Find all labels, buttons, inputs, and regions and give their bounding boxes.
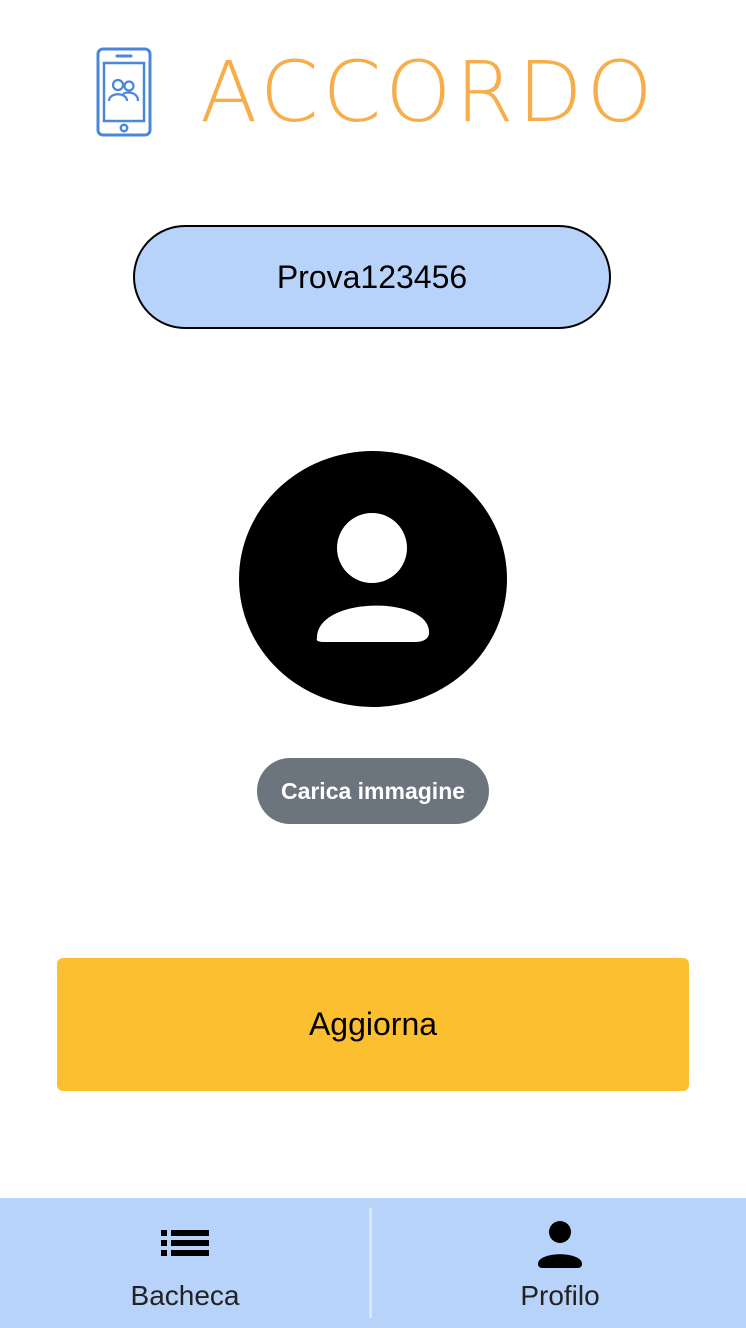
nav-label-bacheca: Bacheca [130,1280,240,1311]
nav-label-profilo: Profilo [520,1280,600,1311]
app-header: ACCORDO [0,44,746,140]
bottom-navigation: Bacheca Profilo [0,1198,746,1328]
nav-divider [369,1208,372,1318]
update-button[interactable]: Aggiorna [57,958,689,1091]
list-icon [161,1230,209,1256]
profile-page: ACCORDO Prova123456 Carica immagine Aggi… [0,0,746,1328]
user-icon [538,1221,582,1268]
user-avatar-icon[interactable] [239,451,507,707]
username-field[interactable]: Prova123456 [133,225,611,329]
nav-item-bacheca[interactable]: Bacheca [0,1198,370,1328]
nav-item-profilo[interactable]: Profilo [374,1198,746,1328]
phone-users-icon [96,47,152,137]
brand-name: ACCORDO [200,43,657,141]
upload-image-button[interactable]: Carica immagine [257,758,489,824]
